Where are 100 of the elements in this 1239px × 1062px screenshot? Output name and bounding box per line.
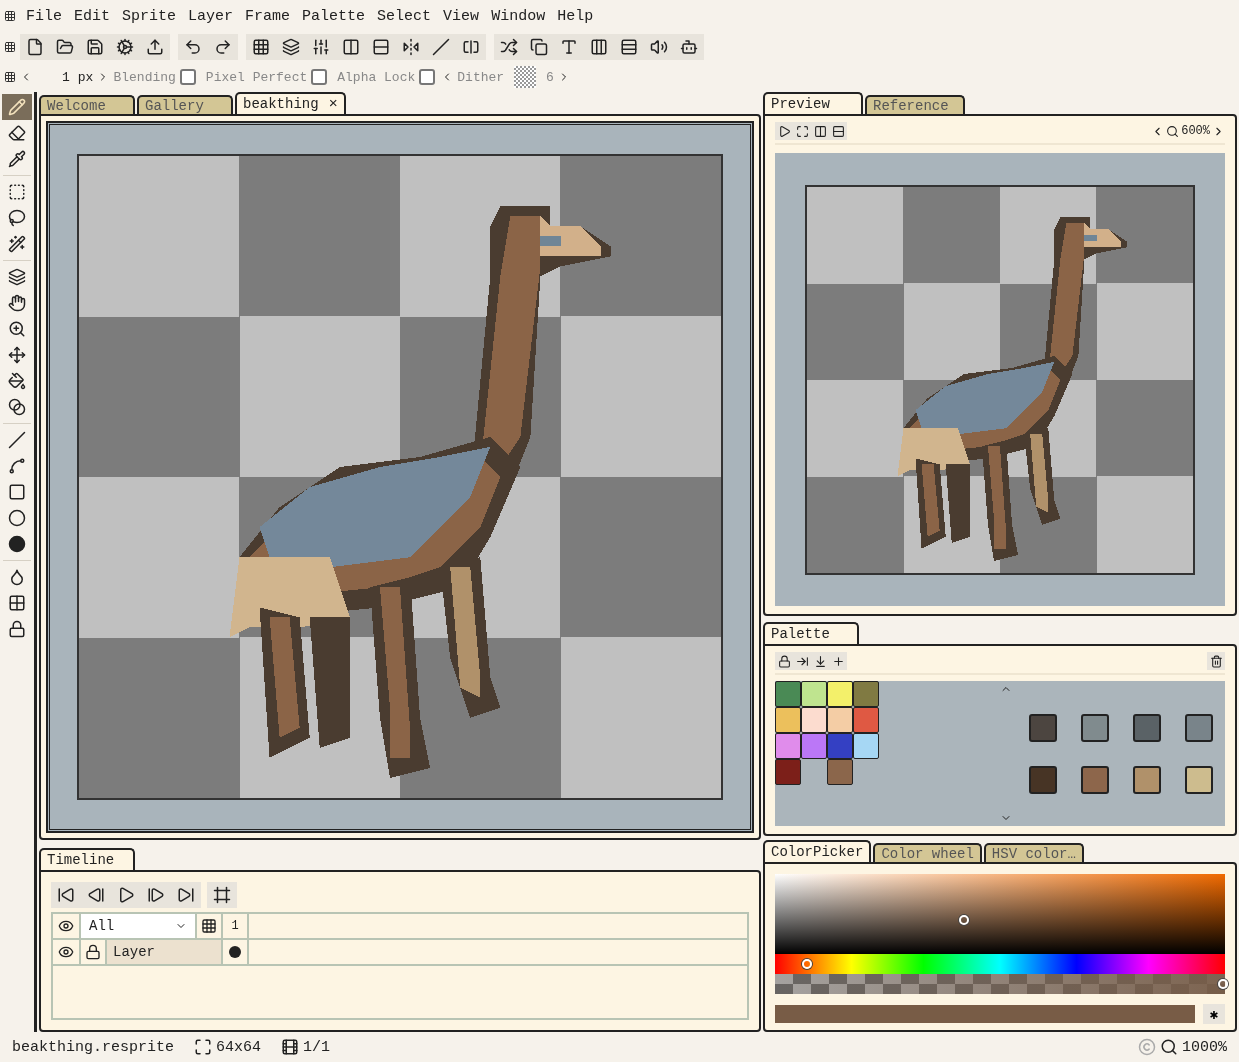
menu-item[interactable]: Window: [485, 7, 552, 25]
layer-name[interactable]: Layer: [107, 940, 223, 964]
editor-tab[interactable]: Gallery: [137, 95, 233, 114]
panel-tab[interactable]: Timeline: [39, 848, 135, 870]
checkbox-label: Pixel Perfect: [205, 69, 308, 85]
menu-item[interactable]: Layer: [182, 7, 240, 25]
split-horizontal-icon: [372, 38, 390, 56]
stack-icon: [8, 268, 26, 286]
arrow-right-icon: [795, 654, 809, 668]
palette-swatch[interactable]: [1081, 713, 1109, 742]
preview-zoom: 600%: [1181, 124, 1210, 138]
settings-icon: [116, 38, 134, 56]
canvas-size: 64x64: [216, 1038, 262, 1056]
drop-icon: [8, 568, 26, 586]
layer-filter-dropdown[interactable]: All: [81, 914, 197, 938]
editor-tab[interactable]: Welcome: [39, 95, 135, 114]
sliders-icon: [312, 38, 330, 56]
export-icon: [146, 38, 164, 56]
palette-swatch[interactable]: [775, 759, 801, 785]
grid-icon: [252, 38, 270, 56]
menu-item[interactable]: Frame: [239, 7, 297, 25]
next-frame-icon: [147, 886, 165, 904]
palette-swatch[interactable]: [827, 681, 853, 707]
picker-button[interactable]: ✱: [1203, 1004, 1225, 1024]
size-value: 1: [62, 69, 70, 85]
first-frame-icon: [57, 886, 75, 904]
color-marker[interactable]: [959, 915, 969, 926]
panel-tab[interactable]: ColorPicker: [763, 840, 872, 862]
new-file-icon: [26, 38, 44, 56]
pencil-icon: [8, 98, 26, 116]
menu-item[interactable]: Help: [551, 7, 600, 25]
frame-number[interactable]: 1: [223, 914, 249, 938]
tab-label: beakthing: [243, 96, 319, 112]
size-unit: px: [77, 69, 94, 85]
palette-swatch[interactable]: [1133, 713, 1161, 742]
alpha-thumb[interactable]: [1218, 979, 1228, 989]
palette-swatch[interactable]: [827, 759, 853, 785]
zoom-icon: [1160, 1038, 1178, 1056]
palette-swatch[interactable]: [1029, 765, 1057, 794]
palette-swatch[interactable]: [801, 707, 827, 733]
previous-frame-icon: [87, 886, 105, 904]
layers-icon: [282, 38, 300, 56]
menu-item[interactable]: Edit: [68, 7, 117, 25]
palette-swatch[interactable]: [853, 707, 879, 733]
checkbox[interactable]: [419, 69, 436, 85]
move-icon: [8, 346, 26, 364]
menu-item[interactable]: View: [437, 7, 486, 25]
palette-swatch[interactable]: [775, 707, 801, 733]
panel-tab[interactable]: Preview: [763, 92, 863, 114]
redo-icon: [214, 38, 232, 56]
palette-swatch[interactable]: [1185, 765, 1213, 794]
rectangle-select-icon: [8, 183, 26, 201]
menu-item[interactable]: Sprite: [116, 7, 183, 25]
canvas-size-icon: [194, 1038, 213, 1056]
menu-item[interactable]: Palette: [296, 7, 372, 25]
palette-swatch[interactable]: [827, 733, 853, 759]
zoom-level: 1000%: [1182, 1038, 1227, 1056]
grip-handle-icon: [4, 70, 16, 84]
last-frame-icon: [177, 886, 195, 904]
grip-handle-icon: [4, 40, 16, 54]
palette-swatch[interactable]: [853, 681, 879, 707]
menu-item[interactable]: File: [20, 7, 68, 25]
palette-swatch[interactable]: [853, 733, 879, 759]
saturation-value-field[interactable]: [775, 874, 1225, 954]
diagonal-line-icon: [432, 38, 450, 56]
pencil-tool[interactable]: [2, 94, 32, 120]
eye-icon: [58, 944, 74, 960]
palette-swatch[interactable]: [1081, 765, 1109, 794]
folder-icon: [56, 38, 74, 56]
palette-swatch[interactable]: [775, 681, 801, 707]
panel-tab[interactable]: Reference: [865, 95, 965, 114]
panel-tab[interactable]: Color wheel: [873, 843, 982, 862]
add-icon: [831, 654, 845, 668]
text-icon: [560, 38, 578, 56]
panel-tab[interactable]: Palette: [763, 622, 859, 644]
trash-icon: [1209, 654, 1223, 668]
lock-icon: [777, 654, 791, 668]
hue-slider[interactable]: [775, 954, 1225, 974]
checkbox[interactable]: [179, 69, 196, 85]
panel-tab[interactable]: HSV color…: [983, 843, 1084, 862]
palette-swatch[interactable]: [1133, 765, 1161, 794]
checkbox[interactable]: [311, 69, 328, 85]
shuffle-icon: [500, 38, 518, 56]
filled-circle-icon: [8, 535, 26, 553]
palette-swatch[interactable]: [1029, 713, 1057, 742]
palette-swatch[interactable]: [775, 733, 801, 759]
speaker-icon: [650, 38, 668, 56]
rectangle-icon: [8, 483, 26, 501]
line-icon: [8, 431, 26, 449]
editor-tab[interactable]: beakthing ×: [235, 92, 346, 114]
dither-icon: [8, 594, 26, 612]
lock-icon: [8, 620, 26, 638]
palette-swatch[interactable]: [827, 707, 853, 733]
menu-item[interactable]: Select: [371, 7, 438, 25]
palette-swatch[interactable]: [801, 733, 827, 759]
palette-swatch[interactable]: [801, 681, 827, 707]
hue-thumb[interactable]: [801, 959, 812, 969]
film-icon: [281, 1038, 300, 1056]
palette-swatch[interactable]: [1185, 713, 1213, 742]
close-button[interactable]: ×: [328, 95, 338, 113]
